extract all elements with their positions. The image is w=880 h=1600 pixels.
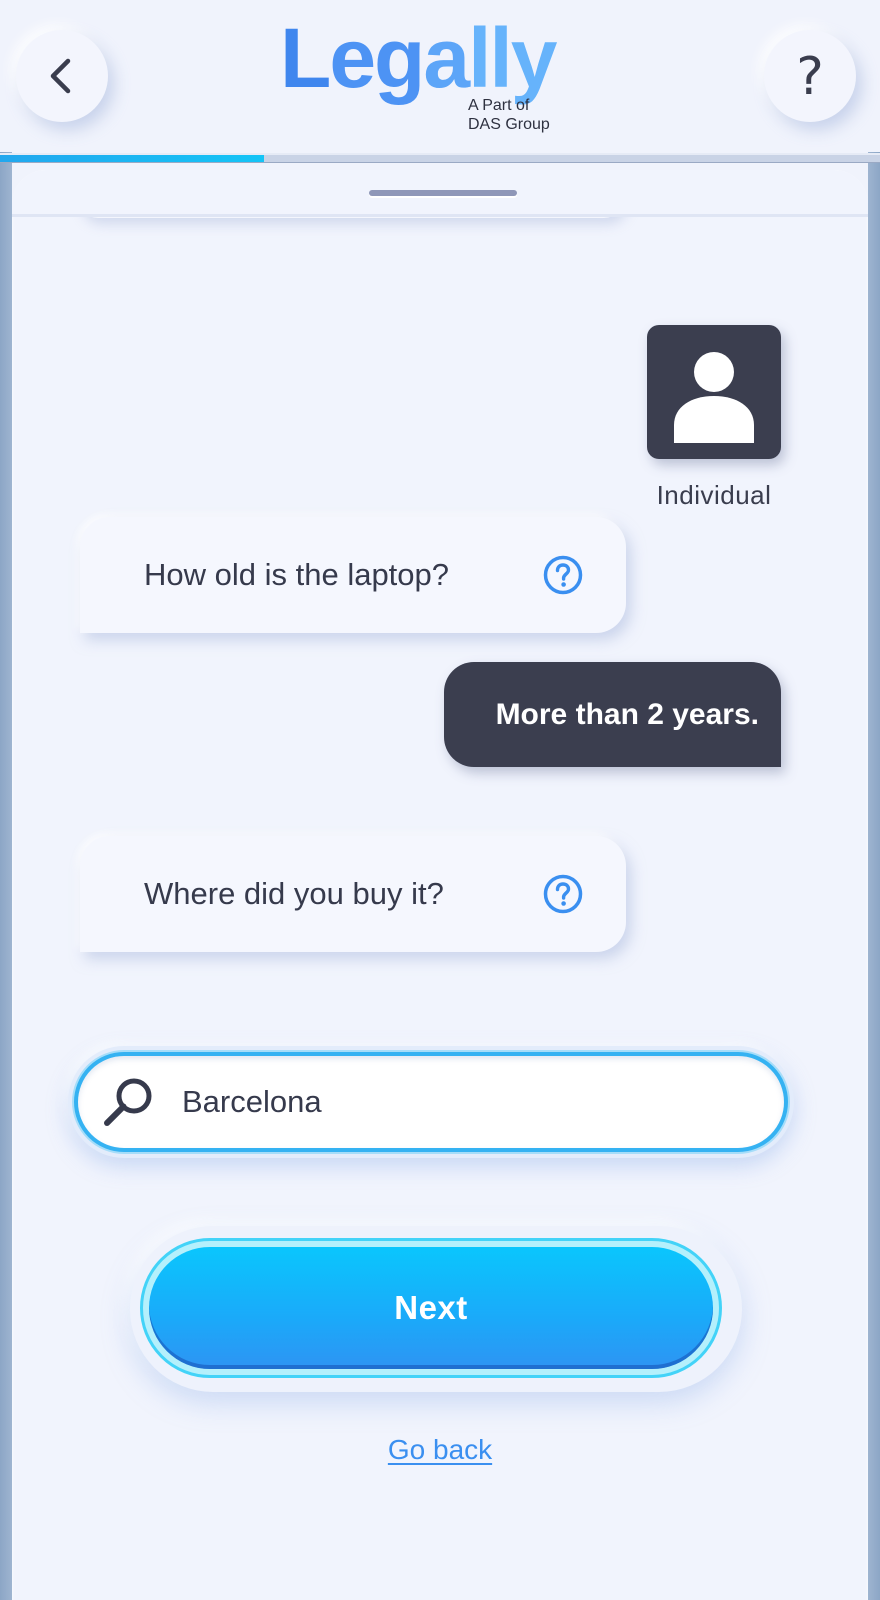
- legally-logo: Legally A Part of DAS Group: [280, 16, 610, 138]
- location-search-input[interactable]: Barcelona: [74, 1052, 788, 1152]
- next-button[interactable]: Next: [140, 1238, 722, 1378]
- logo-tagline: A Part of DAS Group: [468, 97, 550, 133]
- user-choice-label: Individual: [656, 480, 772, 510]
- search-icon: [104, 1078, 152, 1126]
- progress-fill: [0, 155, 264, 162]
- user-choice-tile: [647, 325, 781, 459]
- help-label: ?: [796, 47, 824, 107]
- header: Legally A Part of DAS Group ?: [0, 0, 880, 152]
- answer-bubble: More than 2 years.: [444, 662, 781, 767]
- search-value[interactable]: Barcelona: [182, 1056, 322, 1148]
- app-screen: Legally A Part of DAS Group ? Individual…: [0, 0, 880, 1600]
- next-button-face[interactable]: Next: [149, 1247, 713, 1369]
- question-bubble: Where did you buy it?: [80, 836, 626, 952]
- go-back-link[interactable]: Go back: [340, 1434, 540, 1466]
- back-button[interactable]: [16, 30, 108, 122]
- question-circle-icon[interactable]: [543, 555, 583, 595]
- location-search-field[interactable]: Barcelona: [68, 1046, 794, 1158]
- answer-text: More than 2 years.: [495, 698, 759, 731]
- panel-header: [12, 170, 868, 217]
- person-icon: [674, 352, 754, 443]
- question-bubble: How old is the laptop?: [80, 517, 626, 633]
- next-button-label: Next: [394, 1289, 468, 1326]
- progress-bar: [0, 153, 880, 163]
- help-button[interactable]: ?: [764, 30, 856, 122]
- question-circle-icon[interactable]: [543, 874, 583, 914]
- question-text: How old is the laptop?: [144, 557, 450, 592]
- logo-wordmark: Legally: [280, 11, 557, 105]
- next-button-frame: Next: [130, 1226, 742, 1392]
- chevron-left-icon: [50, 58, 71, 94]
- question-text: Where did you buy it?: [144, 876, 444, 911]
- drag-handle[interactable]: [369, 190, 517, 196]
